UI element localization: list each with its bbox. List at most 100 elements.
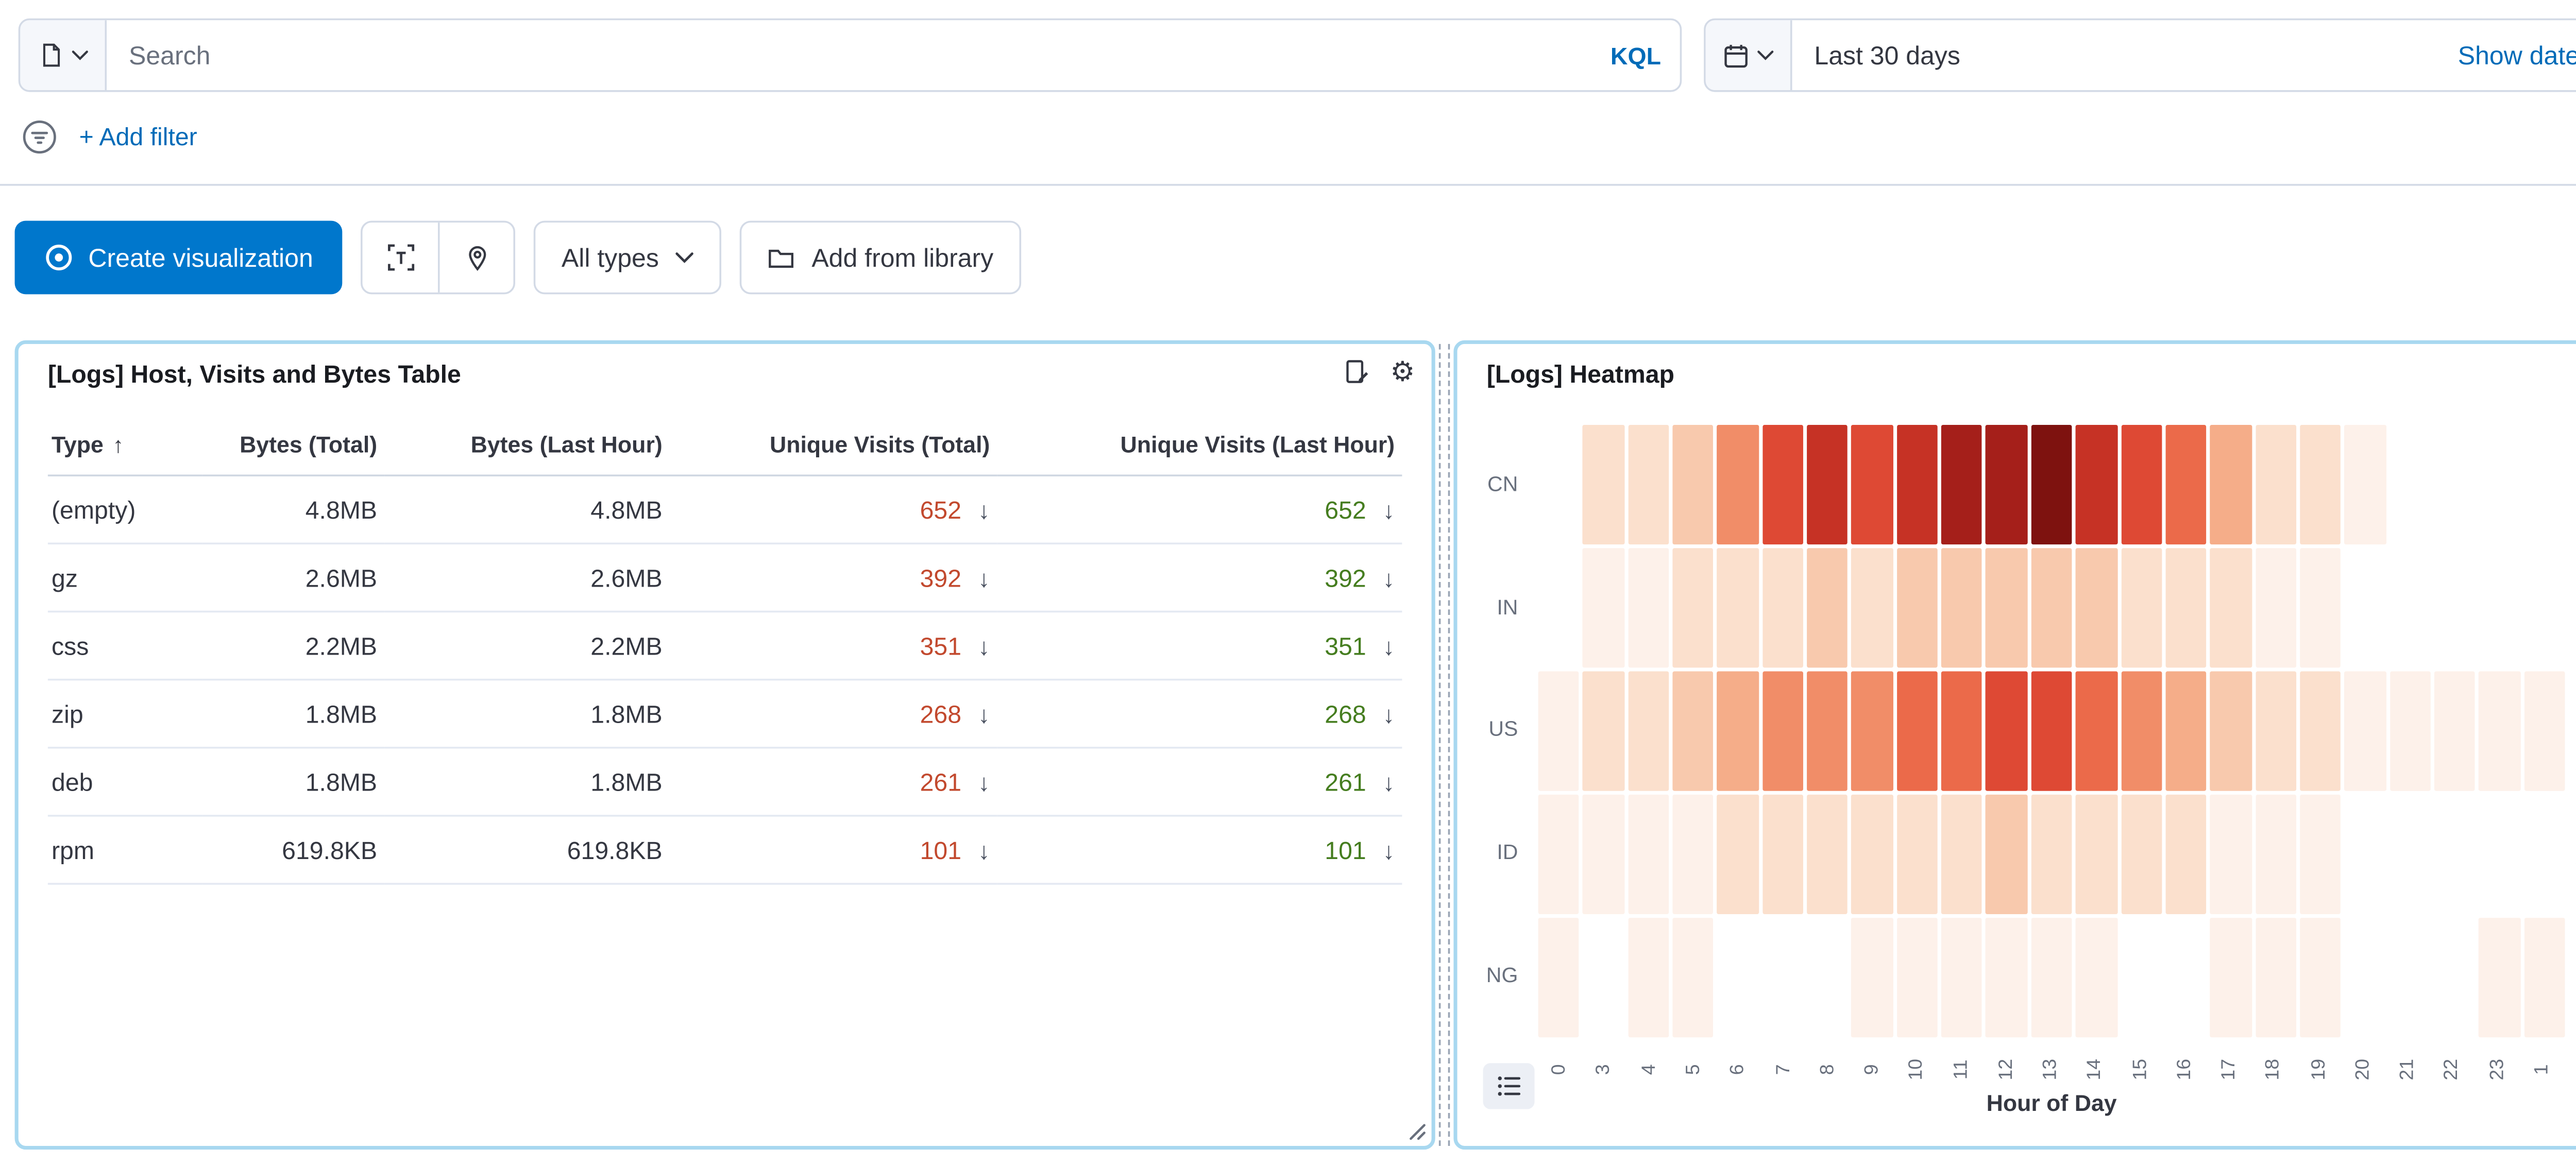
heatmap-cell[interactable]	[2255, 548, 2296, 667]
date-quick-select-button[interactable]	[1706, 20, 1792, 90]
heatmap-cell[interactable]	[2165, 548, 2207, 667]
add-text-button[interactable]	[363, 222, 438, 293]
heatmap-cell[interactable]	[1941, 425, 1982, 544]
heatmap-cell[interactable]	[1941, 672, 1982, 791]
heatmap-cell[interactable]	[2255, 425, 2296, 544]
heatmap-cell[interactable]	[1852, 672, 1893, 791]
heatmap-cell[interactable]	[2255, 795, 2296, 914]
heatmap-cell[interactable]	[1673, 672, 1714, 791]
panel-divider[interactable]	[1439, 344, 1441, 1146]
show-dates-button[interactable]: Show dates	[2432, 20, 2576, 90]
query-language-kql-button[interactable]: KQL	[1591, 20, 1680, 90]
heatmap-cell[interactable]	[1673, 795, 1714, 914]
heatmap-cell[interactable]	[1762, 548, 1803, 667]
heatmap-cell[interactable]	[1538, 672, 1580, 791]
heatmap-cell[interactable]	[1986, 548, 2027, 667]
column-header[interactable]: Bytes (Last Hour)	[384, 414, 670, 476]
gear-icon[interactable]: ⚙	[1390, 358, 1415, 386]
heatmap-cell[interactable]	[2210, 425, 2251, 544]
heatmap-cell[interactable]	[1628, 548, 1669, 667]
heatmap-cell[interactable]	[1986, 672, 2027, 791]
column-header[interactable]: Unique Visits (Last Hour)	[997, 414, 1402, 476]
search-input[interactable]	[107, 20, 1591, 90]
resize-handle[interactable]	[1406, 1120, 1426, 1140]
add-from-library-button[interactable]: Add from library	[740, 221, 1021, 295]
heatmap-cell[interactable]	[2165, 795, 2207, 914]
heatmap-cell[interactable]	[1673, 425, 1714, 544]
heatmap-cell[interactable]	[1583, 795, 1624, 914]
heatmap-cell[interactable]	[1538, 918, 1580, 1037]
heatmap-cell[interactable]	[2031, 672, 2072, 791]
heatmap-cell[interactable]	[2300, 425, 2341, 544]
heatmap-cell[interactable]	[1718, 795, 1759, 914]
heatmap-cell[interactable]	[1762, 672, 1803, 791]
heatmap-cell[interactable]	[2076, 918, 2117, 1037]
add-filter-button[interactable]: + Add filter	[79, 122, 197, 150]
heatmap-cell[interactable]	[1583, 425, 1624, 544]
heatmap-cell[interactable]	[2389, 672, 2431, 791]
heatmap-cell[interactable]	[1628, 672, 1669, 791]
heatmap-cell[interactable]	[2121, 795, 2162, 914]
heatmap-cell[interactable]	[2031, 425, 2072, 544]
heatmap-cell[interactable]	[1762, 795, 1803, 914]
heatmap-cell[interactable]	[1718, 425, 1759, 544]
filter-icon[interactable]	[20, 117, 59, 156]
heatmap-cell[interactable]	[2210, 918, 2251, 1037]
heatmap-cell[interactable]	[1583, 548, 1624, 667]
heatmap-cell[interactable]	[2345, 672, 2386, 791]
heatmap-cell[interactable]	[1538, 795, 1580, 914]
heatmap-cell[interactable]	[2345, 425, 2386, 544]
heatmap-cell[interactable]	[2300, 918, 2341, 1037]
heatmap-cell[interactable]	[1941, 548, 1982, 667]
column-header[interactable]: Type↑	[48, 414, 202, 476]
heatmap-cell[interactable]	[1673, 918, 1714, 1037]
heatmap-cell[interactable]	[1896, 918, 1938, 1037]
panel-divider[interactable]	[1448, 344, 1450, 1146]
heatmap-cell[interactable]	[2076, 425, 2117, 544]
add-map-button[interactable]	[438, 222, 514, 293]
heatmap-cell[interactable]	[1628, 795, 1669, 914]
heatmap-cell[interactable]	[2076, 672, 2117, 791]
heatmap-cell[interactable]	[1807, 425, 1848, 544]
create-visualization-button[interactable]: Create visualization	[15, 221, 343, 295]
heatmap-cell[interactable]	[2210, 548, 2251, 667]
heatmap-cell[interactable]	[1986, 795, 2027, 914]
heatmap-cell[interactable]	[1718, 672, 1759, 791]
heatmap-cell[interactable]	[1583, 672, 1624, 791]
heatmap-cell[interactable]	[1807, 672, 1848, 791]
heatmap-cell[interactable]	[2524, 918, 2565, 1037]
edit-visualization-icon[interactable]	[1343, 358, 1370, 386]
heatmap-cell[interactable]	[2479, 672, 2520, 791]
heatmap-cell[interactable]	[1941, 918, 1982, 1037]
heatmap-cell[interactable]	[2121, 425, 2162, 544]
heatmap-cell[interactable]	[2524, 672, 2565, 791]
heatmap-cell[interactable]	[2255, 918, 2296, 1037]
heatmap-cell[interactable]	[2076, 795, 2117, 914]
heatmap-cell[interactable]	[2210, 672, 2251, 791]
heatmap-cell[interactable]	[1852, 548, 1893, 667]
column-header[interactable]: Unique Visits (Total)	[670, 414, 997, 476]
heatmap-cell[interactable]	[2165, 672, 2207, 791]
heatmap-cell[interactable]	[2300, 672, 2341, 791]
heatmap-cell[interactable]	[2479, 918, 2520, 1037]
heatmap-cell[interactable]	[1896, 795, 1938, 914]
all-types-dropdown[interactable]: All types	[534, 221, 721, 295]
heatmap-cell[interactable]	[2121, 548, 2162, 667]
heatmap-cell[interactable]	[1941, 795, 1982, 914]
heatmap-cell[interactable]	[1718, 548, 1759, 667]
legend-toggle-button[interactable]	[1483, 1063, 1535, 1109]
heatmap-cell[interactable]	[1896, 672, 1938, 791]
heatmap-cell[interactable]	[2031, 548, 2072, 667]
heatmap-cell[interactable]	[2121, 672, 2162, 791]
heatmap-cell[interactable]	[1807, 795, 1848, 914]
heatmap-cell[interactable]	[2076, 548, 2117, 667]
heatmap-cell[interactable]	[2300, 548, 2341, 667]
heatmap-cell[interactable]	[1807, 548, 1848, 667]
heatmap-cell[interactable]	[2255, 672, 2296, 791]
heatmap-cell[interactable]	[2031, 918, 2072, 1037]
heatmap-cell[interactable]	[1852, 425, 1893, 544]
heatmap-cell[interactable]	[2165, 425, 2207, 544]
heatmap-cell[interactable]	[1986, 918, 2027, 1037]
heatmap-cell[interactable]	[1852, 918, 1893, 1037]
heatmap-cell[interactable]	[2300, 795, 2341, 914]
